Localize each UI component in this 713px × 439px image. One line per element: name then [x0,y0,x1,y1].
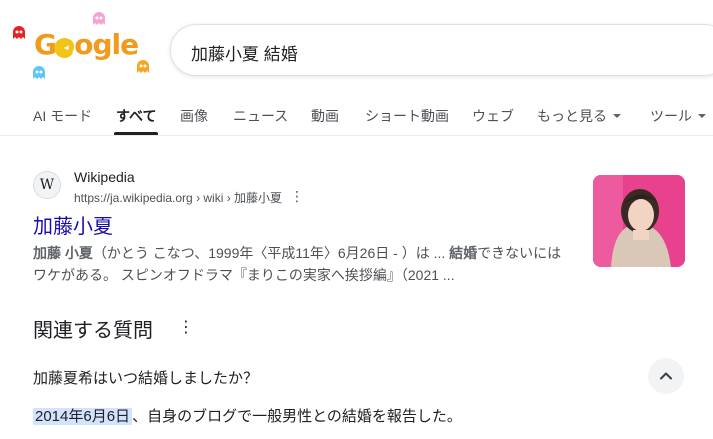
paa-more-options-icon[interactable]: ⋮ [178,316,194,340]
pink-ghost-icon [93,12,105,25]
tab-tools-label: ツール [650,108,692,124]
pacman-icon [54,38,73,58]
result-title-link[interactable]: 加藤小夏 [33,210,113,239]
tab-images[interactable]: 画像 [180,106,208,126]
search-query: 加藤小夏 結婚 [191,45,298,64]
result-more-options-icon[interactable]: ⋮ [290,186,304,206]
snippet-text: できないには [477,245,562,261]
tab-ai-mode[interactable]: AI モード [33,106,92,126]
tab-all[interactable]: すべて [116,106,156,126]
answer-text: 、自身のブログで一般男性との結婚を報告した。 [132,408,462,425]
snippet-text: （かとう こなつ、1999年〈平成11年〉6月26日 - ）は ... [92,245,450,261]
chevron-up-icon [660,372,672,380]
chevron-down-icon [613,114,621,119]
result-thumbnail-image[interactable] [593,175,685,267]
logo-wordmark: Google [34,28,139,61]
google-doodle-logo[interactable]: Google [8,8,158,84]
chevron-down-icon [698,114,706,119]
wikipedia-favicon-icon: W [33,171,61,199]
portrait-image [593,175,685,267]
collapse-button[interactable] [648,358,684,394]
tab-short-videos[interactable]: ショート動画 [365,106,449,126]
paa-heading: 関連する質問 [33,320,153,342]
search-input[interactable]: 加藤小夏 結婚 [170,24,713,76]
result-snippet: 加藤 小夏（かとう こなつ、1999年〈平成11年〉6月26日 - ）は ...… [33,242,578,286]
tab-web[interactable]: ウェブ [472,106,514,126]
tab-more[interactable]: もっと見る [537,106,621,126]
tab-news[interactable]: ニュース [233,106,288,126]
snippet-text: ワケがある。 スピンオフドラマ『まりこの実家へ挨拶編』（2021 ... [33,267,455,283]
cyan-ghost-icon [33,66,45,79]
red-ghost-icon [13,26,25,39]
search-tabs: AI モード すべて 画像 ニュース 動画 ショート動画 ウェブ もっと見る ツ… [0,98,713,136]
snippet-bold-term: 加藤 小夏 [33,245,93,261]
paa-question[interactable]: 加藤夏希はいつ結婚しましたか？ [33,367,258,388]
tab-videos[interactable]: 動画 [311,106,339,126]
paa-answer: 2014年6月6日 、自身のブログで一般男性との結婚を報告した。 [33,405,462,426]
snippet-bold-term: 結婚 [449,245,478,261]
result-site-name[interactable]: Wikipedia [74,169,135,185]
result-url[interactable]: https://ja.wikipedia.org › wiki › 加藤小夏 [74,189,282,206]
tab-tools[interactable]: ツール [650,106,706,126]
answer-highlight: 2014年6月6日 [33,408,133,425]
orange-ghost-icon [137,60,149,73]
active-tab-indicator [114,132,158,135]
tab-more-label: もっと見る [537,108,607,124]
